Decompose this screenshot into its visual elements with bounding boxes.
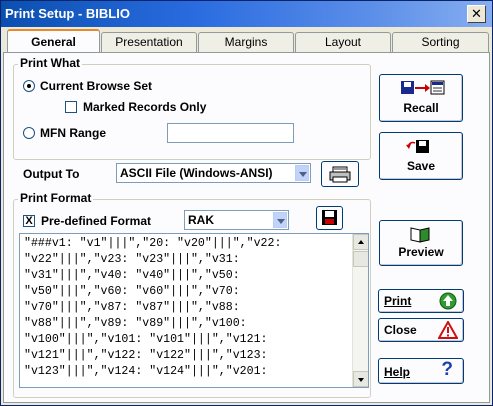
close-label: Close [384,323,417,337]
recall-label: Recall [403,101,439,115]
scroll-down-button[interactable] [353,371,368,387]
question-mark-icon: ? [441,359,453,380]
floppy-disk-icon [322,210,337,225]
output-to-dropdown-arrow[interactable] [295,165,309,181]
mfn-range-radio[interactable] [23,127,35,139]
format-line: "v31"|||","v40: "v40"|||","v50: [24,269,240,282]
recall-button[interactable]: Recall [379,74,463,122]
printer-setup-button[interactable] [321,161,359,187]
print-format-title: Print Format [18,191,94,205]
scroll-thumb[interactable] [353,251,368,267]
print-what-title: Print What [18,56,82,70]
format-line: "v123"|||","v124: "v124"|||","v201: [24,365,268,378]
save-format-button[interactable] [316,206,343,230]
format-line: "v88"|||","v89: "v89"|||","v100: [24,317,247,330]
preview-label: Preview [398,245,444,259]
format-dropdown-arrow[interactable] [273,212,287,228]
window-title: Print Setup - BIBLIO [5,6,130,21]
format-line: "v50"|||","v60: "v60"|||","v70: [24,285,240,298]
format-text-area[interactable]: "###v1: "v1"|||","20: "v20"|||","v22: "v… [19,233,369,388]
format-line: "v22"|||","v23: "v23"|||","v31: [24,253,240,266]
recall-icon [401,80,445,95]
save-icon [406,140,429,153]
print-setup-window: Print Setup - BIBLIO ✕ General Presentat… [0,0,493,406]
marked-records-only-label[interactable]: Marked Records Only [83,100,206,114]
red-warning-triangle-icon [438,321,458,339]
help-button[interactable]: Help ? [378,358,464,384]
print-button[interactable]: Print [378,289,464,313]
output-to-label: Output To [23,167,80,181]
tab-strip: General Presentation Margins Layout Sort… [1,29,492,53]
tab-presentation[interactable]: Presentation [101,32,197,52]
output-to-select[interactable]: ASCII File (Windows-ANSI) [116,163,311,183]
help-label: Help [384,365,411,379]
save-button[interactable]: Save [379,132,463,180]
format-line: "v70"|||","v87: "v87"|||","v88: [24,301,240,314]
format-value: RAK [188,213,214,227]
tab-layout[interactable]: Layout [295,32,391,52]
scroll-up-button[interactable] [353,234,368,250]
current-browse-set-label[interactable]: Current Browse Set [40,79,152,93]
format-line: "v100"|||","v101: "v101"|||","v121: [24,333,268,346]
format-scrollbar[interactable] [352,234,368,387]
green-up-arrow-icon [439,292,457,310]
general-panel: Print What Current Browse Set Marked Rec… [3,52,490,403]
window-close-button[interactable]: ✕ [467,5,486,23]
print-label: Print [384,294,412,308]
format-select[interactable]: RAK [184,210,289,230]
preview-button[interactable]: Preview [379,220,463,266]
tab-sorting[interactable]: Sorting [392,32,489,52]
mfn-range-label[interactable]: MFN Range [40,126,106,140]
close-button[interactable]: Close [378,318,464,342]
tab-margins[interactable]: Margins [198,32,294,52]
predefined-format-label[interactable]: Pre-defined Format [41,214,151,228]
printer-icon [329,166,351,183]
marked-records-only-checkbox[interactable] [65,101,77,113]
mfn-range-input[interactable] [167,123,294,143]
current-browse-set-radio[interactable] [23,80,35,92]
title-bar[interactable]: Print Setup - BIBLIO ✕ [1,1,492,27]
format-line: "v121"|||","v122: "v122"|||","v123: [24,349,268,362]
tab-general[interactable]: General [7,29,100,53]
format-line: "###v1: "v1"|||","20: "v20"|||","v22: [24,237,282,250]
save-label: Save [406,159,436,173]
output-to-value: ASCII File (Windows-ANSI) [120,166,273,180]
open-book-icon [410,227,430,243]
predefined-format-checkbox[interactable]: X [23,215,35,227]
